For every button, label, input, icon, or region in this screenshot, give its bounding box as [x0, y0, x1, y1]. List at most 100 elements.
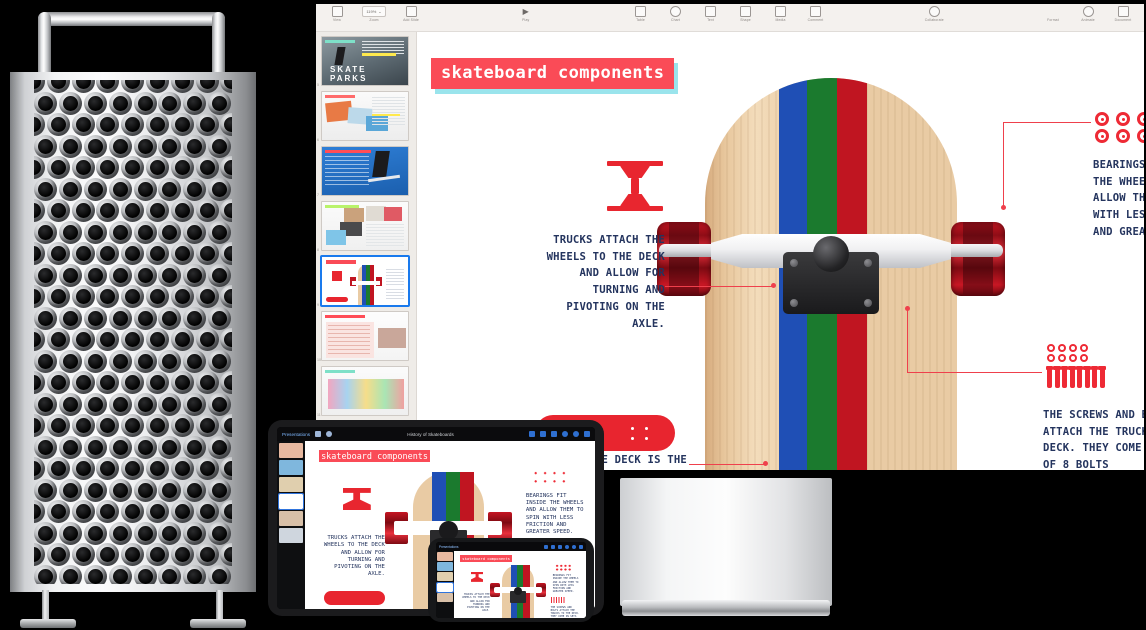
bolt-nut	[1058, 344, 1066, 352]
share-icon[interactable]	[562, 431, 568, 437]
ipad-slide-thumbnail[interactable]	[279, 443, 303, 458]
add-icon[interactable]	[558, 544, 562, 549]
slide-thumbnail-9[interactable]: 9	[317, 255, 411, 307]
screw	[1098, 366, 1106, 388]
iphone-mini-slide: skateboard components TRUCKS ATTACH THE W…	[454, 551, 586, 618]
iphone-slide-thumbnail[interactable]	[437, 572, 453, 582]
toolbar-add-slide-button[interactable]: Add Slide	[398, 6, 424, 22]
iphone-slide-thumbnail[interactable]	[437, 562, 453, 572]
wheel-left	[657, 222, 711, 296]
ipad-help-icon[interactable]	[326, 431, 333, 437]
play-icon[interactable]	[529, 431, 535, 437]
slide-thumbnail-5[interactable]: SKATE PARKS 5	[317, 36, 411, 87]
mini-annotation-bearings: BEARINGS FIT INSIDE THE WHEELS AND ALLOW…	[552, 574, 579, 594]
toolbar-collaborate-button[interactable]: Collaborate	[917, 6, 951, 22]
table-icon	[635, 6, 646, 17]
annotation-bearings[interactable]: BEARINGS FIT INSIDE THE WHEELS AND ALLOW…	[1093, 157, 1144, 241]
iphone-presentations-button[interactable]: Presentations	[439, 545, 459, 549]
keynote-window: View 119% ⌄ Zoom Add Slide ▶ Play Table …	[316, 4, 1144, 470]
ipad-slide-thumbnail[interactable]	[279, 477, 303, 492]
annotation-screws[interactable]: THE SCREWS AND BOLTS ATTACH THE TRUCKS T…	[1043, 407, 1144, 470]
toolbar-media-button[interactable]: Media	[768, 6, 794, 22]
stand-neck	[620, 478, 832, 606]
toolbar-format-label: Format	[1047, 18, 1059, 22]
ipad-slide-thumbnail[interactable]	[279, 528, 303, 543]
iphone-slide-navigator[interactable]	[436, 551, 454, 618]
toolbar-view-button[interactable]: View	[324, 6, 350, 22]
tower-body	[10, 72, 256, 592]
share-icon[interactable]	[565, 544, 569, 549]
mini-red-deck	[323, 591, 385, 606]
ipad-view-icon[interactable]	[315, 431, 322, 437]
mini-truck-icon	[470, 572, 484, 582]
slide-thumbnail-image[interactable]	[320, 255, 410, 307]
add-icon[interactable]	[551, 431, 557, 437]
bolt-nut	[1080, 354, 1088, 362]
slide-thumbnail-7[interactable]: 7	[317, 146, 411, 197]
bearing-ring	[1137, 129, 1144, 143]
annotation-trucks[interactable]: TRUCKS ATTACH THE WHEELS TO THE DECK AND…	[537, 232, 665, 332]
toolbar-chart-button[interactable]: Chart	[663, 6, 689, 22]
slide-canvas[interactable]: skateboard components TRUCKS ATTACH THE …	[417, 32, 1144, 470]
toolbar-format-button[interactable]: Format	[1040, 6, 1066, 22]
more-icon[interactable]	[572, 544, 576, 549]
slide-thumbnail-10[interactable]: 10	[317, 311, 411, 362]
view-panel-icon	[331, 6, 343, 17]
chart-icon	[670, 6, 681, 17]
slide-thumbnail-image[interactable]	[321, 146, 409, 196]
toolbar-text-button[interactable]: Text	[698, 6, 724, 22]
screw	[1053, 366, 1061, 388]
slide-skateboard-components: skateboard components TRUCKS ATTACH THE …	[417, 32, 1144, 470]
ipad-slide-thumbnail[interactable]	[279, 511, 303, 526]
pen-icon[interactable]	[540, 431, 546, 437]
ipad-slide-thumbnail[interactable]	[278, 493, 304, 510]
bolt-nut	[1058, 354, 1066, 362]
toolbar-animate-button[interactable]: Animate	[1075, 6, 1101, 22]
slide-thumbnail-image[interactable]	[321, 366, 409, 416]
mac-pro-tower	[2, 4, 264, 628]
slide-thumbnail-image[interactable]: SKATE PARKS	[321, 36, 409, 86]
ipad-slide-thumbnail[interactable]	[279, 460, 303, 475]
screw	[1090, 366, 1099, 388]
iphone-slide-canvas[interactable]: skateboard components TRUCKS ATTACH THE W…	[454, 551, 586, 618]
toolbar-play-button[interactable]: ▶ Play	[513, 6, 539, 22]
tower-feet	[20, 590, 246, 628]
slide-thumbnail-11[interactable]: 11	[317, 366, 411, 417]
iphone-slide-thumbnail[interactable]	[436, 581, 454, 593]
toolbar-view-label: View	[333, 18, 341, 22]
slide-thumbnail-image[interactable]	[321, 201, 409, 251]
ipad-slide-navigator[interactable]	[277, 441, 305, 609]
zoom-percent-icon[interactable]: 119% ⌄	[362, 6, 386, 17]
toolbar-shape-button[interactable]: Shape	[733, 6, 759, 22]
leader-line-deck	[689, 464, 767, 466]
iphone-slide-thumbnail[interactable]	[437, 552, 453, 561]
more-icon[interactable]	[573, 431, 579, 437]
device-lineup: View 119% ⌄ Zoom Add Slide ▶ Play Table …	[0, 0, 1146, 630]
iphone-slide-thumbnail[interactable]	[437, 592, 453, 602]
toolbar-document-label: Document	[1114, 18, 1132, 22]
slide-title[interactable]: skateboard components	[431, 58, 675, 89]
slide-navigator[interactable]: SKATE PARKS 5 6 7 8 9 10 11	[316, 32, 417, 470]
toolbar-collaborate-label: Collaborate	[924, 18, 944, 22]
skateboard-photo[interactable]	[657, 78, 1005, 470]
toolbar-table-button[interactable]: Table	[628, 6, 654, 22]
ipad-presentations-button[interactable]: Presentations	[282, 432, 310, 437]
format-icon[interactable]	[584, 431, 590, 437]
toolbar-comment-button[interactable]: Comment	[803, 6, 829, 22]
slide-thumbnail-image[interactable]	[321, 91, 409, 141]
document-icon	[1117, 6, 1129, 17]
play-icon[interactable]	[544, 544, 548, 549]
add-slide-icon	[405, 6, 417, 17]
leader-line-bearings-v	[1003, 122, 1005, 208]
slide-thumbnail-8[interactable]: 8	[317, 201, 411, 252]
pen-icon[interactable]	[551, 544, 555, 549]
slide-thumbnail-6[interactable]: 6	[317, 91, 411, 142]
text-icon	[705, 6, 716, 17]
toolbar-document-button[interactable]: Document	[1110, 6, 1136, 22]
slide-thumbnail-image[interactable]	[321, 311, 409, 361]
toolbar-left-group: View 119% ⌄ Zoom Add Slide	[324, 6, 424, 22]
mini-slide-title: skateboard components	[319, 450, 430, 463]
format-icon[interactable]	[579, 544, 583, 549]
toolbar-zoom-control[interactable]: 119% ⌄ Zoom	[359, 6, 389, 22]
screw	[1045, 366, 1054, 388]
